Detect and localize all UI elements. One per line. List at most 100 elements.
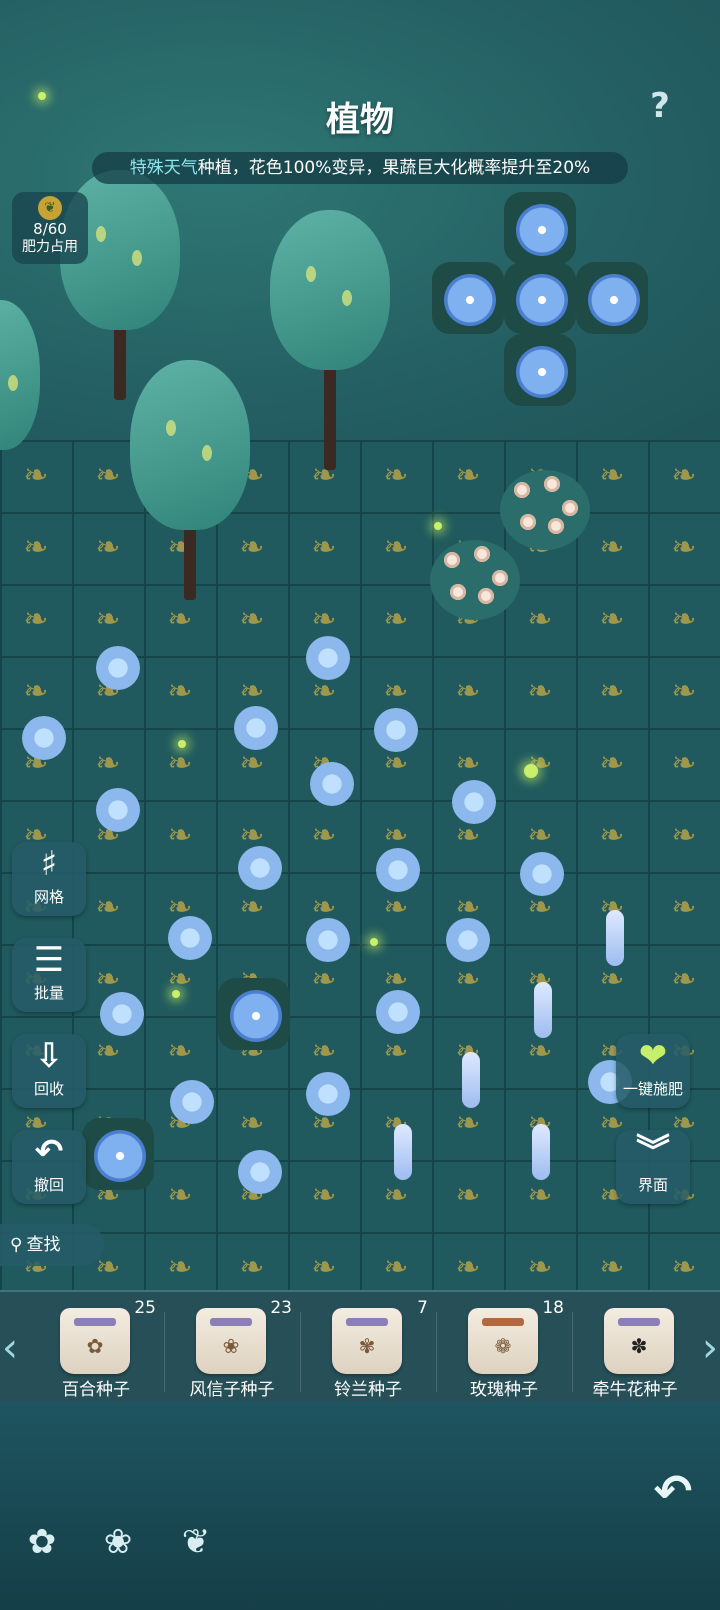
white-bloom [548, 518, 564, 534]
seed-count: 7 [417, 1298, 428, 1318]
seed-item-rose[interactable]: ❁ 18 玫瑰种子 [434, 1292, 574, 1404]
batch-label: 批量 [33, 984, 64, 1002]
weather-banner: 特殊天气种植，花色100%变异，果蔬巨大化概率提升至20% [92, 152, 628, 184]
blue-sprout [170, 1080, 214, 1124]
blue-sprout [96, 646, 140, 690]
tree-crown [130, 360, 250, 530]
seed-name: 百合种子 [62, 1380, 130, 1400]
interface-button[interactable]: ︾ 界面 [616, 1130, 690, 1204]
blue-sprout [374, 708, 418, 752]
fertilizer-count: 8/60 [33, 220, 67, 238]
fertilizer-indicator[interactable]: ❦ 8/60 肥力占用 [12, 192, 88, 264]
blue-sprout [452, 780, 496, 824]
seed-name: 玫瑰种子 [470, 1380, 538, 1400]
nav-flower-icon[interactable]: ✿ [20, 1520, 64, 1564]
garden-field[interactable]: ❧ ❧ ❧ ❧ ❧ ❧ ❧ ❧ ❧ ❧ ❧ ❧ ❧ ❧ ❧ ❧ ❧ ❧ ❧ ❧ ❧ ❧ ❧ ❧ ❧ ❧ ❧ ❧ ❧ ❧ ❧ ❧ ❧ ❧ ❧ ❧ ❧ ❧ ❧ ❧… [0, 0, 720, 1320]
seed-name: 风信子种子 [189, 1380, 275, 1400]
fertilizer-label: 肥力占用 [22, 239, 78, 255]
blue-sprout [234, 706, 278, 750]
blue-flower [516, 346, 568, 398]
undo-button[interactable]: ↶ 撤回 [12, 1130, 86, 1204]
undo-icon: ↶ [34, 1132, 64, 1172]
blue-sprout [376, 848, 420, 892]
white-bloom [544, 476, 560, 492]
help-icon[interactable]: ? [642, 86, 678, 126]
recycle-button[interactable]: ⇩ 回收 [12, 1034, 86, 1108]
hyacinth-spike [534, 982, 552, 1038]
search-icon: ⚲ [10, 1235, 23, 1255]
white-bloom [450, 584, 466, 600]
blue-flower [230, 990, 282, 1042]
candy-icon: ❤ [638, 1036, 668, 1076]
blue-sprout [100, 992, 144, 1036]
tree-fruit [202, 445, 212, 461]
tree-fruit [132, 250, 142, 266]
tree-trunk [324, 360, 336, 470]
seed-item-hyacinth[interactable]: ❀ 23 风信子种子 [162, 1292, 302, 1404]
blue-sprout [96, 788, 140, 832]
batch-button[interactable]: ☰ 批量 [12, 938, 86, 1012]
blue-flower [588, 274, 640, 326]
seed-item-morning-glory[interactable]: ✽ 牵牛花种子 [570, 1292, 700, 1404]
search-button[interactable]: ⚲ 查找 [0, 1224, 104, 1266]
fertilize-all-button[interactable]: ❤ 一键施肥 [616, 1034, 690, 1108]
blue-sprout [520, 852, 564, 896]
blue-sprout [238, 1150, 282, 1194]
page-title: 植物 [326, 100, 394, 140]
tree-trunk [184, 520, 196, 600]
seed-item-lily-of-valley[interactable]: ✾ 7 铃兰种子 [298, 1292, 438, 1404]
blue-sprout [306, 636, 350, 680]
blue-flower [516, 204, 568, 256]
firefly-glow [178, 740, 186, 748]
white-bloom [474, 546, 490, 562]
blue-sprout [306, 918, 350, 962]
grid-toggle-icon: ♯ [40, 844, 58, 884]
blue-flower [516, 274, 568, 326]
blue-sprout [238, 846, 282, 890]
blue-flower [444, 274, 496, 326]
tree-fruit [96, 226, 106, 242]
tree-fruit [8, 375, 18, 391]
return-icon[interactable]: ↶ [646, 1464, 700, 1518]
seed-bag-icon: ✽ [604, 1308, 674, 1374]
grid-button[interactable]: ♯ 网格 [12, 842, 86, 916]
white-bloom [492, 570, 508, 586]
nav-bloom-icon[interactable]: ❀ [96, 1520, 140, 1564]
recycle-tray-icon: ⇩ [34, 1036, 64, 1076]
recycle-label: 回收 [33, 1080, 64, 1098]
seed-bag-icon: ❀ [196, 1308, 266, 1374]
search-label: 查找 [26, 1235, 61, 1255]
chevron-left-icon[interactable]: ‹ [0, 1318, 20, 1378]
weather-text: 种植，花色100%变异，果蔬巨大化概率提升至20% [197, 158, 591, 178]
blue-sprout [306, 1072, 350, 1116]
tree-fruit [342, 290, 352, 306]
seed-bag-icon: ✿ [60, 1308, 130, 1374]
blue-sprout [310, 762, 354, 806]
seed-bag-icon: ✾ [332, 1308, 402, 1374]
white-bloom [520, 514, 536, 530]
seed-count: 25 [134, 1298, 156, 1318]
seed-count: 23 [270, 1298, 292, 1318]
seed-bar[interactable]: ✿ 25 百合种子 ❀ 23 风信子种子 ✾ 7 铃兰种子 ❁ 18 玫瑰种子 … [0, 1290, 720, 1404]
seed-name: 铃兰种子 [334, 1380, 402, 1400]
seed-count: 18 [542, 1298, 564, 1318]
chevron-right-icon[interactable]: › [700, 1318, 720, 1378]
white-bloom [514, 482, 530, 498]
white-bloom [444, 552, 460, 568]
grid-label: 网格 [33, 888, 64, 906]
tree-trunk [114, 320, 126, 400]
white-bloom [562, 500, 578, 516]
firefly-glow [370, 938, 378, 946]
hyacinth-spike [394, 1124, 412, 1180]
blue-sprout [376, 990, 420, 1034]
blue-flower [94, 1130, 146, 1182]
white-bloom [478, 588, 494, 604]
firefly-glow [172, 990, 180, 998]
weather-highlight: 特殊天气 [129, 158, 198, 178]
firefly-glow [434, 522, 442, 530]
nav-corn-icon[interactable]: ❦ [174, 1520, 218, 1564]
hyacinth-spike [532, 1124, 550, 1180]
seed-item-lily[interactable]: ✿ 25 百合种子 [26, 1292, 166, 1404]
seed-bag-icon: ❁ [468, 1308, 538, 1374]
tree-fruit [306, 266, 316, 282]
